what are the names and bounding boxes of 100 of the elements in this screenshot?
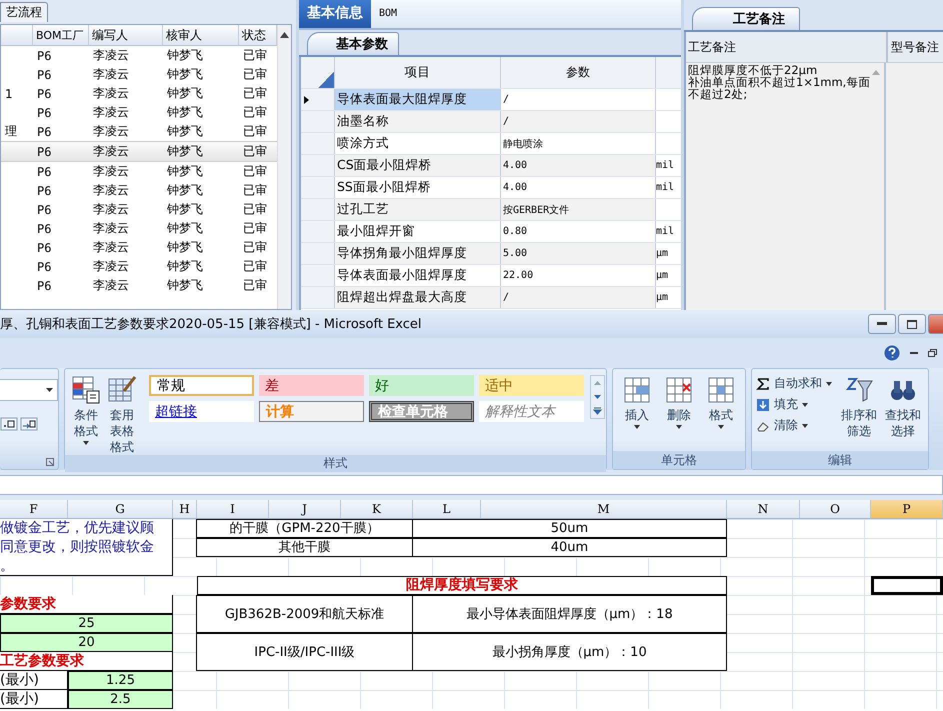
column-header[interactable]: 核审人 — [163, 25, 239, 45]
caret-icon — [634, 425, 640, 429]
minimize-icon[interactable] — [910, 352, 918, 354]
edit-menu-button[interactable]: 清除 — [756, 417, 836, 434]
sheet-cell[interactable]: (最小) — [0, 690, 68, 709]
column-header[interactable]: BOM工厂 — [33, 25, 89, 45]
column-header[interactable]: G — [68, 500, 173, 518]
edit-menu-button[interactable]: 填充 — [756, 396, 836, 413]
decrease-decimal-icon[interactable] — [0, 415, 18, 433]
sheet-cell[interactable]: 最小拐角厚度（μm）：10 — [412, 633, 727, 671]
cell-style-option[interactable]: 解释性文本 — [479, 401, 584, 422]
sheet-cell[interactable]: 2.5 — [68, 690, 173, 709]
edit-menu-button[interactable]: 自动求和 — [756, 375, 836, 392]
maximize-icon — [907, 320, 917, 328]
table-row[interactable]: P6 李凌云 钟梦飞 已审 — [1, 200, 277, 219]
note-text-area[interactable]: 阻焊膜厚度不低于22μm 补油单点面积不超过1×1mm,每面 不超过2处; — [686, 63, 868, 310]
table-row[interactable]: P6 李凌云 钟梦飞 已审 — [1, 46, 277, 65]
edit-button[interactable]: 排序和筛选 — [838, 375, 880, 439]
column-header[interactable]: 项目 — [335, 57, 501, 88]
caret-icon — [826, 382, 832, 386]
column-header[interactable]: 编写人 — [89, 25, 163, 45]
table-row[interactable]: 理 P6 李凌云 钟梦飞 已审 — [1, 122, 277, 141]
row-indicator[interactable] — [301, 89, 335, 110]
sheet-cell[interactable]: 参数要求 — [0, 595, 173, 614]
subtab[interactable]: 工艺备注 — [692, 7, 800, 30]
unit-label: mil — [656, 226, 674, 237]
table-row[interactable]: P6 李凌云 钟梦飞 已审 — [1, 238, 277, 257]
tab[interactable]: BOM — [371, 0, 406, 28]
dialog-launcher-icon[interactable] — [46, 458, 54, 466]
sheet-cell[interactable]: GJB362B-2009和航天标准 — [196, 595, 413, 633]
cells-button[interactable]: 格式 — [701, 375, 741, 429]
column-header[interactable]: L — [413, 500, 481, 518]
sheet-cell[interactable]: 阻焊厚度填写要求 — [197, 576, 727, 595]
column-header[interactable]: K — [341, 500, 413, 518]
column-header[interactable]: I — [197, 500, 269, 518]
unit-label: μm — [656, 270, 668, 281]
process-tab[interactable]: 艺流程 — [0, 2, 48, 22]
cell-style-option[interactable]: 好 — [369, 375, 474, 396]
fill-down-icon — [756, 398, 770, 412]
cell-style-option[interactable]: 常规 — [149, 375, 254, 396]
table-row[interactable]: P6 李凌云 钟梦飞 已审 — [1, 162, 277, 181]
column-header[interactable]: 型号备注 — [888, 32, 943, 62]
table-row[interactable]: P6 李凌云 钟梦飞 已审 — [1, 276, 277, 295]
cells-button[interactable]: 删除 — [659, 375, 699, 429]
restore-icon[interactable] — [928, 349, 937, 357]
sheet-cell[interactable]: 20 — [0, 633, 173, 652]
sheet-cell[interactable]: 工艺参数要求 — [0, 652, 173, 671]
sheet-cell[interactable]: 最小导体表面阻焊厚度（μm）：18 — [412, 595, 727, 633]
tab[interactable]: 基本信息 — [299, 0, 371, 28]
active-cell[interactable] — [871, 576, 943, 595]
table-row[interactable]: P6 李凌云 钟梦飞 已审 — [1, 141, 277, 162]
subtab[interactable]: 基本参数 — [307, 32, 399, 55]
column-header[interactable]: 工艺备注 — [686, 32, 888, 62]
table-icon — [706, 375, 736, 405]
conditional-format-button[interactable]: 条件格式 — [69, 375, 103, 445]
cells-button[interactable]: 插入 — [617, 375, 657, 429]
cell-style-option[interactable]: 差 — [259, 375, 364, 396]
sheet-cell[interactable]: 1.25 — [68, 671, 173, 690]
table-row[interactable]: P6 李凌云 钟梦飞 已审 — [1, 103, 277, 122]
maximize-button[interactable] — [898, 314, 926, 334]
sheet-cell[interactable]: IPC-II级/IPC-III级 — [196, 633, 413, 671]
sheet-cell[interactable]: 其他干膜 — [196, 538, 413, 557]
gallery-scrollbar[interactable] — [590, 375, 605, 419]
number-format-dropdown[interactable] — [0, 379, 58, 401]
table-row[interactable]: 1 P6 李凌云 钟梦飞 已审 — [1, 84, 277, 103]
column-header[interactable]: N — [727, 500, 800, 518]
column-header[interactable]: M — [481, 500, 727, 518]
table-icon — [664, 375, 694, 405]
table-row[interactable]: P6 李凌云 钟梦飞 已审 — [1, 181, 277, 200]
minimize-icon — [877, 322, 887, 326]
scrollbar[interactable] — [277, 25, 291, 309]
column-header[interactable]: P — [871, 500, 943, 518]
table-row[interactable]: P6 李凌云 钟梦飞 已审 — [1, 257, 277, 276]
table-row[interactable]: P6 李凌云 钟梦飞 已审 — [1, 219, 277, 238]
sheet-cell[interactable]: 50um — [412, 519, 727, 538]
caret-icon — [802, 402, 808, 406]
column-header[interactable]: F — [0, 500, 68, 518]
window-title: 厚、孔铜和表面工艺参数要求2020-05-15 [兼容模式] - Microsoft Excel — [0, 316, 422, 333]
column-header[interactable]: 参数 — [501, 57, 656, 88]
sheet-cell[interactable]: (最小) — [0, 671, 68, 690]
table-row[interactable]: P6 李凌云 钟梦飞 已审 — [1, 65, 277, 84]
sheet-cell[interactable]: 的干膜（GPM-220干膜） — [196, 519, 413, 538]
sheet-cell[interactable]: 25 — [0, 614, 173, 633]
table-cell: 阻焊超出焊盘最大高度 — [335, 287, 501, 308]
help-icon[interactable] — [884, 345, 900, 361]
edit-button[interactable]: 查找和选择 — [882, 375, 924, 439]
formula-bar[interactable] — [0, 475, 943, 495]
column-header[interactable]: H — [173, 500, 197, 518]
caret-icon — [802, 424, 808, 428]
sheet-cell[interactable]: 做镀金工艺，优先建议顾 同意更改，则按照镀软金 。 — [0, 519, 173, 576]
cell-style-option[interactable]: 适中 — [479, 375, 584, 396]
table-cell: 导体表面最小阻焊厚度 — [335, 265, 501, 286]
close-button[interactable] — [928, 314, 943, 334]
column-header[interactable]: J — [269, 500, 341, 518]
minimize-button[interactable] — [868, 314, 896, 334]
cell-style-option[interactable]: 超链接 — [149, 401, 254, 422]
scroll-up-icon[interactable] — [280, 32, 289, 38]
sheet-cell[interactable]: 40um — [412, 538, 727, 557]
increase-decimal-icon[interactable] — [20, 415, 38, 433]
format-as-table-button[interactable]: 套用表格格式 — [105, 375, 139, 455]
